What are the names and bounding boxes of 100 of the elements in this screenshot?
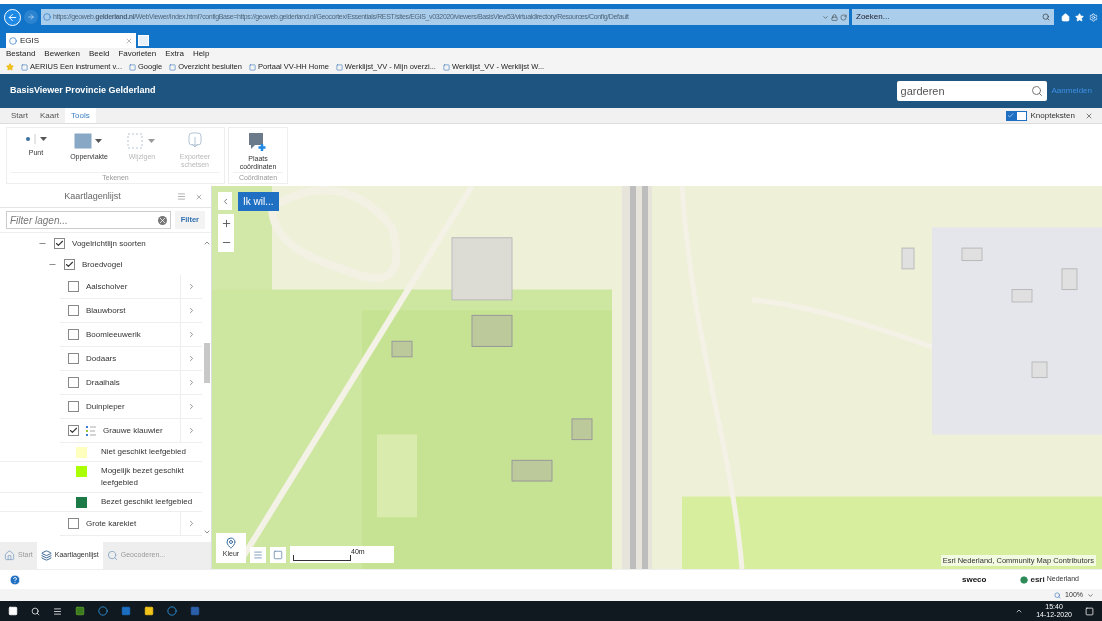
arrow-left-icon [7, 11, 18, 23]
check-icon [55, 239, 64, 248]
tab-title: EGIS [20, 34, 41, 47]
toggle-switch[interactable] [1005, 110, 1027, 121]
ribbon-tab[interactable]: Start [5, 108, 34, 123]
favorite-icon [335, 63, 343, 71]
search-icon [106, 550, 118, 561]
layer-label[interactable]: Grauwe klauwier [103, 424, 180, 437]
task-view-icon[interactable] [53, 606, 62, 616]
layers-icon [40, 550, 52, 561]
chevron-up-icon[interactable] [202, 239, 211, 247]
sweco-logo: sweco [962, 573, 987, 586]
lock-icon [831, 13, 838, 21]
checkbox[interactable] [68, 305, 79, 316]
legend-label: Mogelijk bezet geschikt leefgebied [101, 465, 185, 489]
checkbox[interactable] [68, 425, 79, 436]
zoom-icon [1054, 591, 1062, 599]
layer-label[interactable]: Blauwborst [86, 304, 180, 317]
search-value: garderen [900, 83, 946, 99]
chevron-right-icon[interactable] [187, 426, 196, 435]
legend-tool-icon[interactable] [250, 547, 266, 563]
page-icon [43, 13, 51, 21]
menu-icon[interactable] [177, 192, 186, 201]
menu-item[interactable]: Bewerken [44, 48, 80, 60]
home-icon[interactable] [1061, 12, 1070, 22]
chevron-right-icon[interactable] [187, 402, 196, 411]
checkbox[interactable] [54, 238, 65, 249]
polygon-tool-icon [74, 132, 104, 150]
refresh-icon[interactable] [840, 13, 847, 21]
legend-label: Bezet geschikt leefgebied [101, 496, 193, 508]
checkbox[interactable] [68, 401, 79, 412]
favorite-icon [129, 63, 136, 71]
layer-label[interactable]: Grote karekiet [86, 517, 180, 530]
action-button[interactable]: Ik wil... [238, 192, 279, 211]
chevron-right-icon[interactable] [187, 378, 196, 387]
check-icon [69, 426, 78, 435]
layer-label[interactable]: Aalscholver [86, 280, 180, 293]
ribbon-tab[interactable]: Kaart [33, 108, 66, 123]
chevron-right-icon[interactable] [187, 330, 196, 339]
close-icon[interactable] [1085, 111, 1093, 120]
dropdown-icon[interactable] [822, 13, 829, 21]
legend-list-icon [86, 425, 96, 436]
search-field[interactable]: Zoeken... [852, 9, 1054, 25]
legend-label: Niet geschikt leefgebied [101, 446, 186, 458]
close-icon[interactable] [195, 192, 203, 201]
chevron-right-icon[interactable] [187, 282, 196, 291]
layer-label[interactable]: Dodaars [86, 352, 180, 365]
checkbox[interactable] [68, 329, 79, 340]
layer-group-label[interactable]: Broedvogel [82, 258, 123, 271]
filter-placeholder: Filter lagen... [10, 213, 69, 228]
layer-label[interactable]: Duinpieper [86, 400, 180, 413]
app-title: BasisViewer Provincie Gelderland [10, 84, 157, 98]
checkbox[interactable] [68, 518, 79, 529]
chevron-right-icon[interactable] [187, 306, 196, 315]
clear-icon[interactable] [157, 215, 167, 225]
checkbox[interactable] [68, 281, 79, 292]
arrow-right-icon [27, 13, 35, 21]
page-icon [9, 36, 17, 45]
toggle-label: Knopteksten [1030, 109, 1075, 122]
chevron-right-icon[interactable] [187, 519, 196, 528]
chevron-down-icon[interactable] [202, 528, 211, 536]
zoom-in-icon[interactable] [220, 218, 232, 229]
favorite-icon [169, 63, 177, 71]
ribbon-tab[interactable]: Tools [65, 108, 96, 123]
favorite-icon [248, 63, 256, 71]
checkbox[interactable] [64, 259, 75, 270]
square-icon [273, 550, 283, 560]
checkbox[interactable] [68, 353, 79, 364]
menu-item[interactable]: Bestand [6, 48, 36, 60]
menu-item[interactable]: Favorieten [118, 48, 157, 60]
close-icon[interactable] [125, 36, 133, 45]
favorites-icon[interactable] [1075, 12, 1084, 22]
search-icon[interactable] [31, 606, 40, 616]
search-field[interactable]: garderen [896, 81, 1047, 101]
panel-title: Kaartlagenlijst [63, 189, 122, 203]
check-icon [1007, 112, 1014, 119]
dropdown-icon[interactable] [1087, 591, 1094, 599]
search-placeholder: Zoeken... [856, 11, 891, 23]
filter-field[interactable]: Filter lagen... [6, 211, 171, 229]
checkbox[interactable] [68, 377, 79, 388]
map-pin-icon [225, 536, 237, 549]
grid-tool-icon[interactable] [270, 547, 286, 563]
layer-label[interactable]: Draaihals [86, 376, 180, 389]
export-icon [187, 132, 203, 150]
home-icon [4, 550, 15, 561]
forward-button[interactable] [24, 10, 38, 24]
star-icon[interactable] [6, 63, 14, 71]
settings-icon[interactable] [1089, 12, 1098, 22]
menu-item[interactable]: Extra [165, 48, 184, 60]
help-icon[interactable] [9, 573, 21, 586]
chevron-right-icon[interactable] [187, 354, 196, 363]
menu-item[interactable]: Help [192, 48, 210, 60]
list-icon [253, 550, 263, 560]
browser-tab[interactable]: EGIS [6, 33, 136, 48]
point-tool-icon [23, 132, 49, 146]
layer-group-label[interactable]: Vogelrichtlijn soorten [72, 237, 146, 250]
favorite-icon [442, 63, 450, 71]
menu-item[interactable]: Beeld [88, 48, 110, 60]
layer-label[interactable]: Boomleeuwerik [86, 328, 180, 341]
back-button[interactable] [4, 8, 21, 26]
